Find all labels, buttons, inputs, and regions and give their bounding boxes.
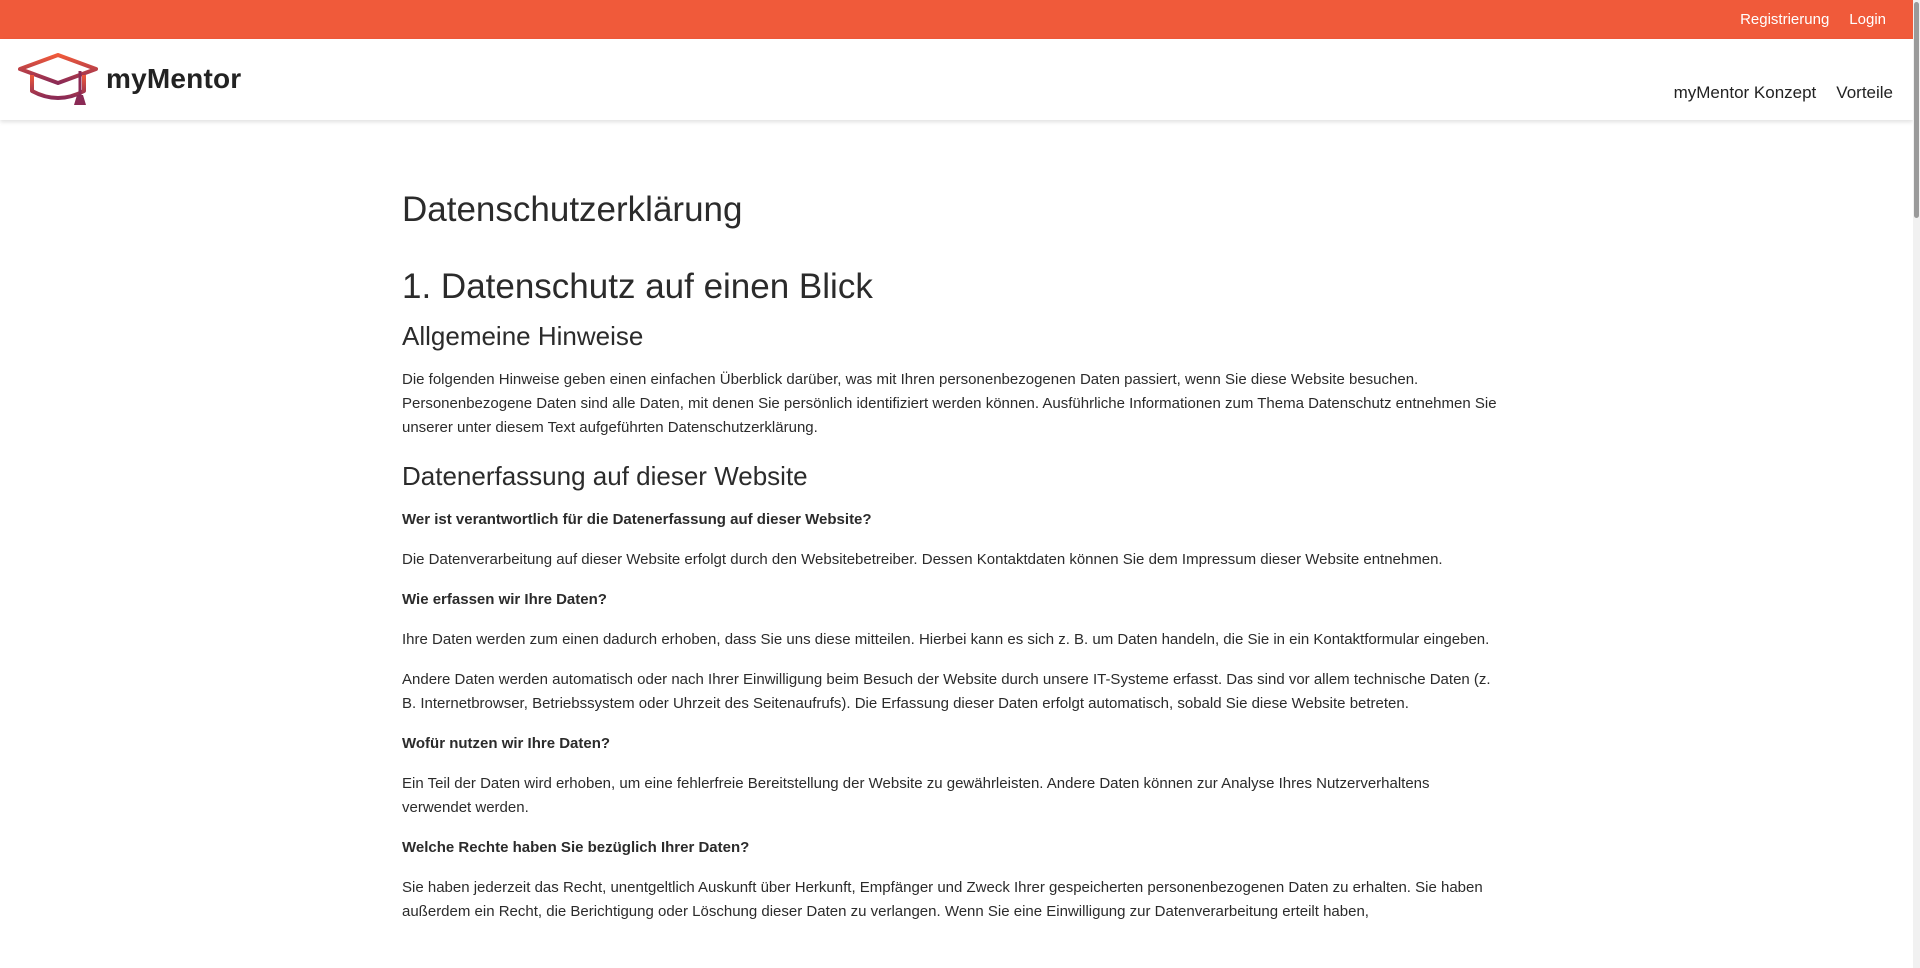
question-responsible: Wer ist verantwortlich für die Datenerfa… [402,511,872,528]
nav-item-concept[interactable]: myMentor Konzept [1674,83,1817,103]
question-rights: Welche Rechte haben Sie bezüglich Ihrer … [402,839,750,856]
brand-logo-link[interactable]: myMentor [18,53,241,107]
answer-responsible: Die Datenverarbeitung auf dieser Website… [402,551,1443,568]
collection-heading: Datenerfassung auf dieser Website [402,461,808,491]
page-scrollbar[interactable] [1913,0,1920,968]
answer-usage: Ein Teil der Daten wird erhoben, um eine… [402,775,1430,816]
page-title: Datenschutzerklärung [402,190,743,229]
main-nav: myMentor Konzept Vorteile [1654,83,1893,103]
main-content: Datenschutzerklärung 1. Datenschutz auf … [402,183,1502,940]
general-text: Die folgenden Hinweise geben einen einfa… [402,371,1497,436]
scrollbar-thumb[interactable] [1914,2,1919,218]
answer-rights: Sie haben jederzeit das Recht, unentgelt… [402,879,1483,920]
section-title: 1. Datenschutz auf einen Blick [402,267,873,306]
answer-how-collected-1: Ihre Daten werden zum einen dadurch erho… [402,631,1490,648]
login-link[interactable]: Login [1849,11,1886,28]
main-navbar: myMentor myMentor Konzept Vorteile [0,39,1913,120]
brand-name: myMentor [106,63,242,94]
general-heading: Allgemeine Hinweise [402,321,644,351]
answer-how-collected-2: Andere Daten werden automatisch oder nac… [402,671,1491,712]
nav-item-benefits[interactable]: Vorteile [1836,83,1893,103]
register-link[interactable]: Registrierung [1740,11,1829,28]
question-how-collected: Wie erfassen wir Ihre Daten? [402,591,607,608]
graduation-cap-icon [18,53,98,105]
question-usage: Wofür nutzen wir Ihre Daten? [402,735,611,752]
top-bar: Registrierung Login [0,0,1913,39]
